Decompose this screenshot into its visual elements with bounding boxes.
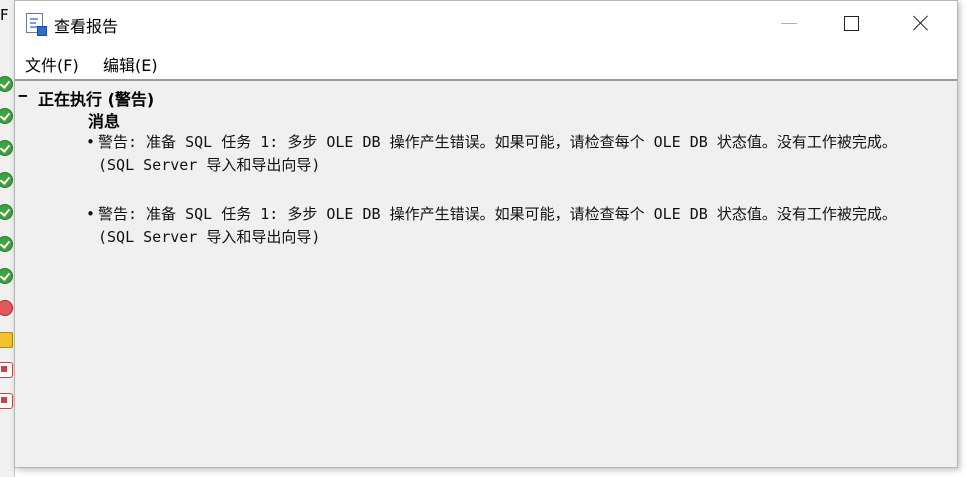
messages-subheading: 消息 [88, 112, 121, 131]
menu-bar: 文件(F) 编辑(E) [15, 47, 957, 77]
success-status-icon [0, 108, 13, 124]
warning-status-icon [0, 332, 13, 348]
background-window: F [0, 0, 15, 477]
view-report-window: 查看报告 文件(F) 编辑(E) − 正在执行 (警告) 消息 • 警告: 准备… [14, 0, 958, 468]
bullet: • [86, 205, 96, 223]
error-status-icon [0, 300, 13, 316]
stopped-status-icon [0, 393, 13, 409]
menu-edit[interactable]: 编辑(E) [101, 52, 160, 76]
message-text: 警告: 准备 SQL 任务 1: 多步 OLE DB 操作产生错误。如果可能，请… [98, 133, 897, 174]
message-item: • 警告: 准备 SQL 任务 1: 多步 OLE DB 操作产生错误。如果可能… [86, 203, 941, 249]
success-status-icon [0, 172, 13, 188]
report-content: − 正在执行 (警告) 消息 • 警告: 准备 SQL 任务 1: 多步 OLE… [15, 79, 957, 467]
message-item: • 警告: 准备 SQL 任务 1: 多步 OLE DB 操作产生错误。如果可能… [86, 131, 941, 177]
report-document-icon [26, 13, 47, 36]
success-status-icon [0, 76, 13, 92]
section-title: 正在执行 (警告) [38, 90, 155, 109]
message-text: 警告: 准备 SQL 任务 1: 多步 OLE DB 操作产生错误。如果可能，请… [98, 205, 897, 246]
title-bar[interactable]: 查看报告 [15, 1, 957, 45]
window-title: 查看报告 [54, 17, 119, 36]
stopped-status-icon [0, 362, 13, 378]
minimize-button[interactable] [767, 1, 813, 45]
success-status-icon [0, 236, 13, 252]
collapse-toggle[interactable]: − [18, 86, 28, 105]
maximize-button[interactable] [829, 1, 875, 45]
bullet: • [86, 133, 96, 151]
menu-file[interactable]: 文件(F) [23, 52, 81, 76]
success-status-icon [0, 204, 13, 220]
background-title-fragment: F [0, 6, 9, 24]
close-button[interactable] [898, 1, 944, 45]
success-status-icon [0, 140, 13, 156]
success-status-icon [0, 268, 13, 284]
